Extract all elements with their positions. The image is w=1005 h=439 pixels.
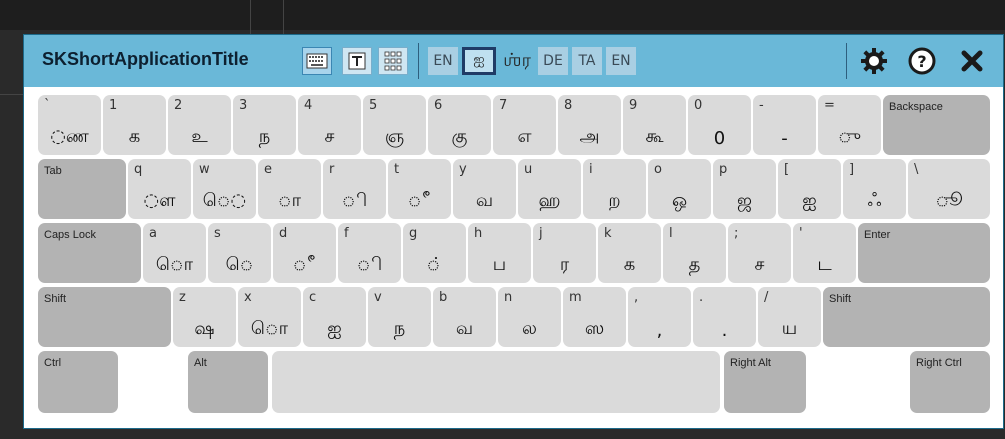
close-icon [961,50,983,72]
key-period[interactable]: .. [693,287,756,347]
key-6[interactable]: 6 கு [428,95,491,155]
key-y[interactable]: yவ [453,159,516,219]
language-tamil-selected-button[interactable]: ஐ [462,47,496,75]
key-7[interactable]: 7எ [493,95,556,155]
language-en-button[interactable]: EN [428,47,458,75]
key-g[interactable]: g ◌் [403,223,466,283]
key-c[interactable]: cஐ [303,287,366,347]
key-3[interactable]: 3ந [233,95,296,155]
key-backslash[interactable]: \ூ [908,159,990,219]
on-screen-keyboard-window: SKShortApplicationTitle EN ஐ ஶ்ர DE TA E… [23,34,1004,429]
key-space[interactable] [272,351,720,413]
key-left-bracket[interactable]: [ஐ [778,159,841,219]
key-semicolon[interactable]: ; ச [728,223,791,283]
language-en-button-2[interactable]: EN [606,47,636,75]
key-l[interactable]: lத [663,223,726,283]
key-m[interactable]: mஸ [563,287,626,347]
help-icon: ? [908,47,936,75]
key-i[interactable]: iற [583,159,646,219]
key-n[interactable]: nல [498,287,561,347]
symbol-grid-button[interactable] [378,47,408,75]
keyboard-layout-button[interactable] [302,47,332,75]
key-4[interactable]: 4ச [298,95,361,155]
key-tab[interactable]: Tab [38,159,126,219]
key-caps-lock[interactable]: Caps Lock [38,223,141,283]
key-h[interactable]: hப [468,223,531,283]
key-right-bracket[interactable]: ] ஃ [843,159,906,219]
key-equals[interactable]: =ு [818,95,881,155]
toolbar-separator [846,43,847,79]
key-backspace[interactable]: Backspace [883,95,990,155]
key-k[interactable]: kக [598,223,661,283]
settings-icon [861,48,887,74]
key-s[interactable]: sெ [208,223,271,283]
key-9[interactable]: 9 கூ [623,95,686,155]
key-d[interactable]: dீ [273,223,336,283]
key-quote[interactable]: ' ட [793,223,856,283]
key-right-ctrl[interactable]: Right Ctrl [910,351,990,413]
key-comma[interactable]: ,, [628,287,691,347]
key-backtick[interactable]: ` ◌ண [38,95,101,155]
language-ta-button[interactable]: TA [572,47,602,75]
key-a[interactable]: aொ [143,223,206,283]
language-de-button[interactable]: DE [538,47,568,75]
toolbar-separator [418,43,419,79]
key-alt[interactable]: Alt [188,351,268,413]
text-tool-icon [348,52,366,70]
key-1[interactable]: 1க [103,95,166,155]
key-slash[interactable]: / ய [758,287,821,347]
keyboard: ` ◌ண 1க 2உ 3ந 4ச 5ஞ 6 கு 7எ 8அ 9 கூ 00 -- =… [36,93,992,423]
key-q[interactable]: q ◌ள [128,159,191,219]
key-o[interactable]: oஒ [648,159,711,219]
key-right-shift[interactable]: Shift [823,287,990,347]
key-t[interactable]: t ◌ீ [388,159,451,219]
key-f[interactable]: fி [338,223,401,283]
key-v[interactable]: vந [368,287,431,347]
window-title: SKShortApplicationTitle [42,49,249,69]
background-divider [283,0,284,34]
key-p[interactable]: pஜ [713,159,776,219]
key-left-shift[interactable]: Shift [38,287,171,347]
key-8[interactable]: 8அ [558,95,621,155]
background-divider [0,94,23,95]
close-button[interactable] [954,43,990,79]
text-mode-button[interactable] [342,47,372,75]
key-right-alt[interactable]: Right Alt [724,351,806,413]
key-e[interactable]: e ◌ா [258,159,321,219]
key-u[interactable]: uஹ [518,159,581,219]
title-bar[interactable]: SKShortApplicationTitle EN ஐ ஶ்ர DE TA E… [24,35,1003,87]
key-2[interactable]: 2உ [168,95,231,155]
background-divider [250,0,251,34]
key-x[interactable]: x ◌ொ [238,287,301,347]
keyboard-icon [306,53,328,69]
key-5[interactable]: 5ஞ [363,95,426,155]
help-button[interactable]: ? [904,43,940,79]
key-ctrl[interactable]: Ctrl [38,351,118,413]
grid-icon [384,51,402,71]
key-z[interactable]: zஷ [173,287,236,347]
svg-text:?: ? [917,52,926,71]
key-enter[interactable]: Enter [858,223,990,283]
key-j[interactable]: jர [533,223,596,283]
key-b[interactable]: bவ [433,287,496,347]
settings-button[interactable] [856,43,892,79]
background-top-bar [0,0,1005,30]
key-0[interactable]: 00 [688,95,751,155]
key-minus[interactable]: -- [753,95,816,155]
key-r[interactable]: rி [323,159,386,219]
key-w[interactable]: wெ◌ [193,159,256,219]
language-tamil-alt-button[interactable]: ஶ்ர [500,47,534,75]
